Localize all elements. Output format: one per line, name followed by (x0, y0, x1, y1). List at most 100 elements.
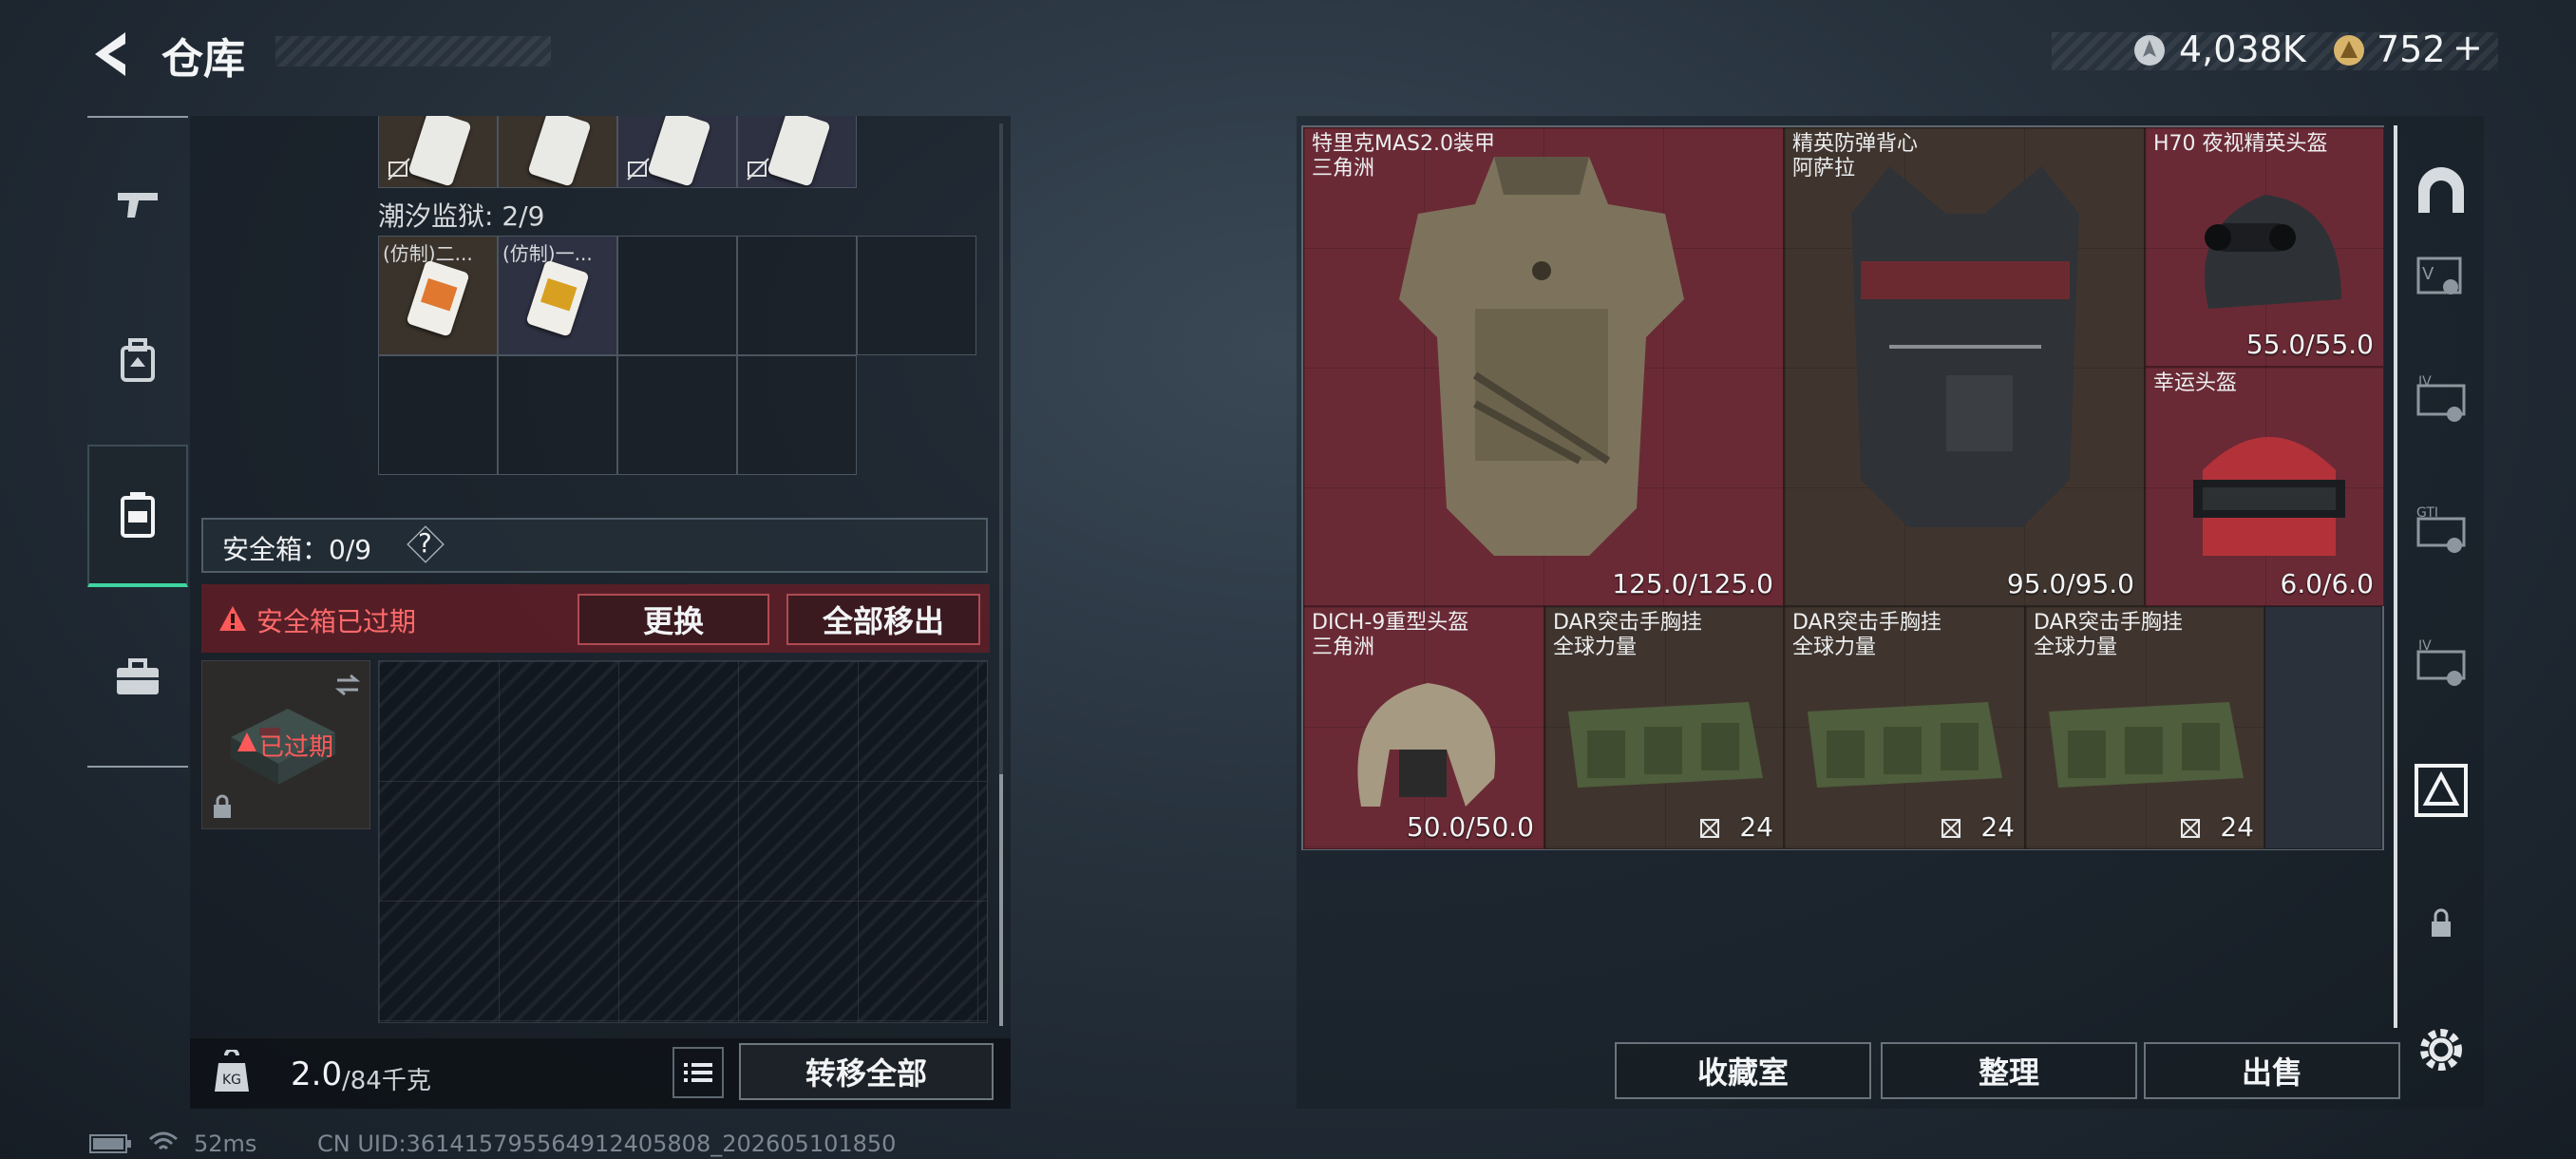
tide-prison-title: 潮汐监狱: 2/9 (378, 200, 545, 232)
stash-item-dich-helmet[interactable]: DICH-9重型头盔 三角洲 50.0/50.0 (1303, 606, 1544, 849)
add-currency-button[interactable]: + (2453, 27, 2483, 68)
backpack-icon (121, 338, 155, 382)
item-slot[interactable] (498, 116, 617, 188)
stash-item-armor[interactable]: 特里克MAS2.0装甲 三角洲 125.0/125.0 (1303, 127, 1784, 606)
weight-current: 2.0 (291, 1055, 343, 1093)
chest-rig-image (1808, 702, 2002, 788)
back-arrow-icon[interactable] (87, 27, 135, 82)
replace-button[interactable]: 更换 (578, 594, 769, 645)
empty-slot[interactable] (737, 355, 857, 475)
page-title: 仓库 (161, 35, 245, 84)
helmet-tab-icon[interactable] (2413, 162, 2470, 218)
empty-slot[interactable] (617, 355, 737, 475)
no-trade-icon (627, 158, 650, 180)
container-scroll-thumb[interactable] (999, 774, 1003, 1026)
empty-slot[interactable] (857, 236, 976, 355)
nav-backpack[interactable] (87, 290, 188, 432)
item-durability: 125.0/125.0 (1612, 568, 1773, 599)
tide-prison-grid: (仿制)二... (仿制)一... (378, 236, 982, 479)
item-slot[interactable]: (仿制)一... (498, 236, 617, 355)
capacity-icon (1700, 819, 1719, 838)
gold-coin-icon (2334, 35, 2364, 66)
empty-slot[interactable] (2264, 606, 2382, 849)
armor-iv-tab-icon[interactable]: IV (2413, 372, 2470, 429)
gold-currency: 752 (2377, 28, 2446, 70)
lucky-helmet-image (2193, 437, 2345, 556)
safe-box-header: 安全箱：0/9 ? (201, 518, 988, 573)
item-capacity: 24 (1980, 811, 2015, 843)
nav-case[interactable] (87, 606, 188, 749)
weight-max: /84千克 (342, 1067, 431, 1095)
item-durability: 50.0/50.0 (1406, 811, 1534, 843)
item-slot[interactable] (378, 116, 498, 188)
lock-icon (214, 794, 231, 818)
ping-text: 52ms (194, 1130, 257, 1157)
gun-icon (118, 193, 158, 218)
safe-box-grid (378, 660, 988, 1023)
item-slot[interactable] (617, 116, 737, 188)
warning-text: 安全箱已过期 (256, 606, 417, 637)
item-slot[interactable] (737, 116, 857, 188)
stash-item-chest-rig[interactable]: DAR突击手胸挂 全球力量 24 (1784, 606, 2025, 849)
locked-tab-icon[interactable] (2413, 895, 2470, 952)
nav-weapons[interactable] (87, 133, 188, 276)
sort-button[interactable]: 整理 (1881, 1042, 2137, 1099)
settings-icon[interactable] (2413, 1021, 2470, 1078)
expired-warning-icon (237, 732, 256, 751)
weapon-iv-tab-icon[interactable]: IV (2413, 636, 2470, 694)
swap-icon[interactable] (333, 673, 362, 697)
weight-icon: KG (215, 1050, 249, 1092)
transfer-all-button[interactable]: 转移全部 (739, 1043, 994, 1100)
stash-item-nv-helmet[interactable]: H70 夜视精英头盔 55.0/55.0 (2145, 127, 2384, 367)
item-name: H70 夜视精英头盔 (2153, 132, 2328, 156)
silver-currency: 4,038K (2179, 28, 2306, 70)
nv-helmet-image (2205, 195, 2341, 309)
stash-scrollbar[interactable] (2394, 125, 2397, 1028)
item-durability: 55.0/55.0 (2245, 329, 2374, 360)
container-icon (121, 492, 155, 538)
stash-item-chest-rig[interactable]: DAR突击手胸挂 全球力量 24 (1544, 606, 1784, 849)
item-capacity: 24 (2220, 811, 2254, 843)
empty-slot[interactable] (617, 236, 737, 355)
remove-all-button[interactable]: 全部移出 (786, 594, 980, 645)
list-view-button[interactable] (672, 1047, 724, 1098)
stash-item-vest[interactable]: 精英防弹背心 阿萨拉 95.0/95.0 (1784, 127, 2145, 606)
list-icon (684, 1063, 712, 1082)
empty-slot[interactable] (498, 355, 617, 475)
previous-container-row (378, 116, 861, 188)
empty-slot[interactable] (378, 355, 498, 475)
capacity-icon (2181, 819, 2200, 838)
svg-text:KG: KG (222, 1073, 241, 1088)
item-sub: 三角洲 (1312, 636, 1375, 659)
expired-label: 已过期 (259, 733, 334, 762)
stash-item-chest-rig[interactable]: DAR突击手胸挂 全球力量 24 (2025, 606, 2264, 849)
item-sub: 全球力量 (2034, 636, 2118, 659)
item-capacity: 24 (1739, 811, 1773, 843)
item-name: 幸运头盔 (2153, 371, 2238, 395)
pyramid-tab-icon[interactable] (2413, 762, 2470, 819)
gti-tab-icon[interactable]: GTI (2413, 504, 2470, 560)
item-sub: 全球力量 (1792, 636, 1877, 659)
vest-image (1851, 166, 2079, 527)
item-name: 精英防弹背心 (1792, 132, 1919, 156)
item-name: DAR突击手胸挂 (1792, 611, 1941, 635)
armor-v-tab-icon[interactable]: V (2413, 249, 2470, 306)
item-durability: 95.0/95.0 (2006, 568, 2134, 599)
stash-item-lucky-helmet[interactable]: 幸运头盔 6.0/6.0 (2145, 367, 2384, 606)
safe-box-slot[interactable]: 已过期 (201, 660, 370, 829)
collection-button[interactable]: 收藏室 (1615, 1042, 1871, 1099)
no-trade-icon (747, 158, 769, 180)
item-sub: 全球力量 (1553, 636, 1638, 659)
item-slot[interactable]: (仿制)二... (378, 236, 498, 355)
warning-icon (219, 606, 246, 631)
stash-grid: 特里克MAS2.0装甲 三角洲 125.0/125.0 精英防弹背心 阿萨拉 95.… (1301, 125, 2384, 850)
svg-text:GTI: GTI (2416, 505, 2438, 521)
sell-button[interactable]: 出售 (2144, 1042, 2400, 1099)
armor-image (1399, 157, 1684, 556)
item-name: DICH-9重型头盔 (1312, 611, 1469, 635)
nav-container[interactable] (87, 445, 188, 587)
safe-box-title: 安全箱：0/9 (222, 534, 372, 565)
no-trade-icon (388, 158, 410, 180)
empty-slot[interactable] (737, 236, 857, 355)
item-name: DAR突击手胸挂 (1553, 611, 1702, 635)
